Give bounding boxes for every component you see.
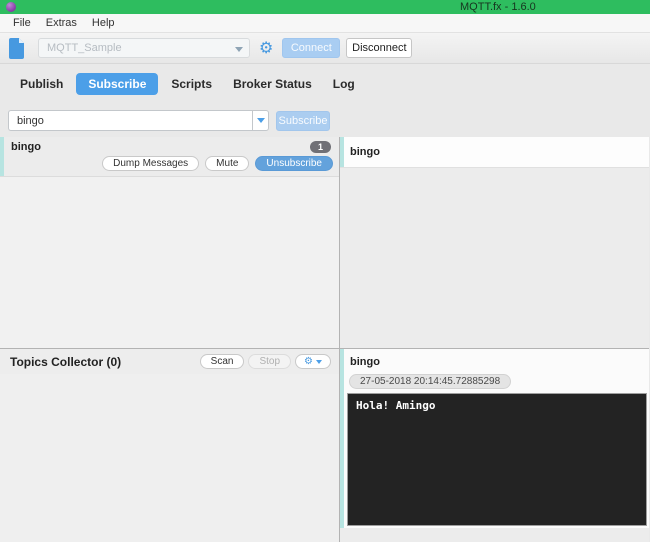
tab-subscribe[interactable]: Subscribe [76,73,159,95]
subscription-item-bingo[interactable]: bingo 1 Dump Messages Mute Unsubscribe [0,137,339,177]
message-payload-view[interactable]: Hola! Amingo [347,393,647,526]
messages-empty-area [340,168,649,348]
message-accent-strip [340,137,344,167]
message-row-bingo[interactable]: bingo [340,137,649,168]
new-profile-file-icon[interactable] [8,37,25,59]
unsubscribe-button[interactable]: Unsubscribe [255,156,333,171]
tab-log[interactable]: Log [325,73,363,95]
mute-button[interactable]: Mute [205,156,250,171]
topic-dropdown-button[interactable] [252,110,269,131]
tab-publish[interactable]: Publish [12,73,71,95]
detail-accent-strip [340,349,344,528]
detail-bottom-strip [340,528,649,542]
subscriptions-empty-area [0,177,339,348]
app-logo-icon [6,2,16,12]
topics-collector-empty-area [0,374,339,542]
dump-messages-button[interactable]: Dump Messages [102,156,200,171]
topics-collector-header: Topics Collector (0) Scan Stop ⚙ [0,348,339,374]
detail-topic-label: bingo [350,356,380,368]
main-tabs: Publish Subscribe Scripts Broker Status … [0,64,650,104]
connect-button[interactable]: Connect [282,38,341,58]
subscribe-bar: Subscribe [0,104,650,137]
subscription-item-header: bingo 1 [4,137,339,153]
topics-collector-title: Topics Collector (0) [10,354,122,369]
topic-combo [8,110,269,131]
message-topic-label: bingo [350,146,380,158]
mqttfx-window: MQTT.fx - 1.6.0 File Extras Help ⚙ Conne… [0,0,650,542]
menu-bar: File Extras Help [0,14,650,33]
menu-extras[interactable]: Extras [44,17,79,29]
scan-button[interactable]: Scan [199,354,245,369]
message-timestamp-badge: 27-05-2018 20:14:45.72885298 [349,374,512,389]
connection-profile-input[interactable] [39,39,249,57]
subscribe-topic-input[interactable] [8,110,252,131]
collector-options-button[interactable]: ⚙ [295,354,331,369]
tab-broker-status[interactable]: Broker Status [225,73,320,95]
subscribe-panels: bingo 1 Dump Messages Mute Unsubscribe T… [0,137,650,542]
message-count-badge: 1 [309,141,331,153]
chevron-down-icon [235,47,243,52]
disconnect-button[interactable]: Disconnect [346,38,413,58]
tab-scripts[interactable]: Scripts [163,73,220,95]
subscriptions-column: bingo 1 Dump Messages Mute Unsubscribe T… [0,137,340,542]
chevron-down-icon [256,118,265,123]
connection-profile-select[interactable] [38,38,250,58]
title-bar: MQTT.fx - 1.6.0 [0,0,650,14]
chevron-down-icon [316,359,322,364]
menu-file[interactable]: File [11,17,33,29]
subscription-item-actions: Dump Messages Mute Unsubscribe [4,153,339,171]
messages-column: bingo bingo 27-05-2018 20:14:45.72885298… [340,137,649,542]
connection-toolbar: ⚙ Connect Disconnect [0,33,650,64]
settings-gear-icon[interactable]: ⚙ [259,40,273,56]
window-title: MQTT.fx - 1.6.0 [460,1,536,13]
stop-button[interactable]: Stop [248,354,292,369]
topics-collector-actions: Scan Stop ⚙ [199,354,331,369]
gear-icon: ⚙ [304,355,313,367]
subscribe-button[interactable]: Subscribe [276,110,330,131]
menu-help[interactable]: Help [90,17,117,29]
subscription-accent-strip [0,137,4,176]
subscription-topic-label: bingo [11,141,41,153]
message-detail-panel: bingo 27-05-2018 20:14:45.72885298 Hola!… [340,348,649,528]
